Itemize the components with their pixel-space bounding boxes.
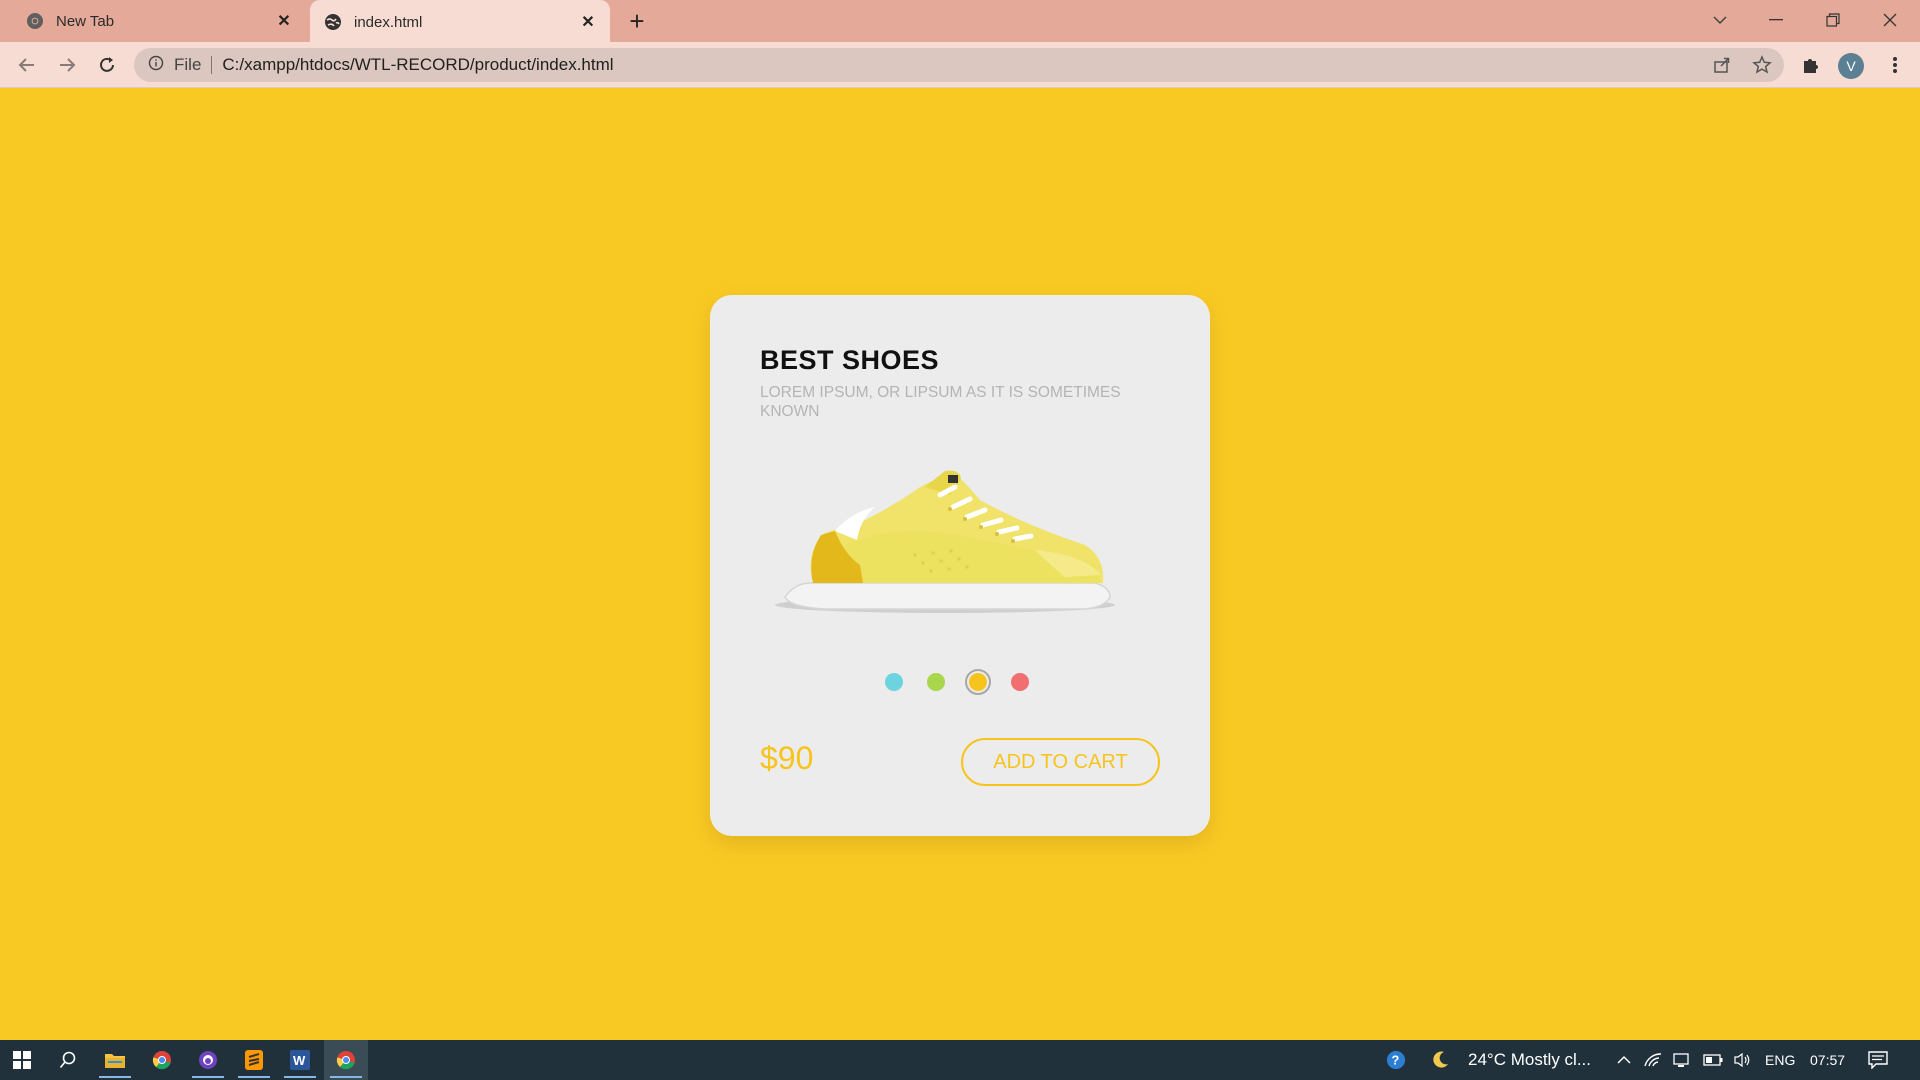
- close-tab-icon[interactable]: ✕: [576, 10, 600, 34]
- color-swatch-yellow-selected[interactable]: [965, 669, 991, 695]
- help-icon[interactable]: ?: [1386, 1050, 1406, 1070]
- tab-search-icon[interactable]: [1692, 0, 1748, 40]
- color-swatch-red[interactable]: [1011, 673, 1029, 691]
- color-swatch-green[interactable]: [927, 673, 945, 691]
- product-price: $90: [760, 740, 814, 776]
- back-arrow-icon[interactable]: [12, 50, 42, 80]
- shoe-image: [765, 465, 1125, 625]
- bookmark-star-icon[interactable]: [1747, 50, 1777, 80]
- volume-icon[interactable]: [1732, 1050, 1752, 1070]
- browser-toolbar: File C:/xampp/htdocs/WTL-RECORD/product/…: [0, 42, 1920, 88]
- reload-icon[interactable]: [92, 50, 122, 80]
- network-icon[interactable]: [1671, 1050, 1691, 1070]
- color-options: [885, 667, 1053, 697]
- clock[interactable]: 07:57: [1810, 1040, 1845, 1080]
- chrome-active-icon[interactable]: [324, 1040, 368, 1080]
- svg-text:?: ?: [1391, 1053, 1399, 1068]
- forward-arrow-icon[interactable]: [52, 50, 82, 80]
- selected-color-dot: [969, 673, 987, 691]
- product-title: BEST SHOES: [760, 345, 940, 375]
- color-swatch-cyan[interactable]: [885, 673, 903, 691]
- file-explorer-icon[interactable]: [93, 1040, 137, 1080]
- chrome-icon[interactable]: [140, 1040, 184, 1080]
- share-icon[interactable]: [1707, 50, 1737, 80]
- word-icon[interactable]: W: [278, 1040, 322, 1080]
- address-bar[interactable]: File C:/xampp/htdocs/WTL-RECORD/product/…: [134, 48, 1784, 82]
- url-scheme-label: File: [174, 55, 202, 74]
- github-desktop-icon[interactable]: [186, 1040, 230, 1080]
- battery-icon[interactable]: [1703, 1050, 1723, 1070]
- add-to-cart-button[interactable]: ADD TO CART: [961, 738, 1160, 786]
- url-text[interactable]: C:/xampp/htdocs/WTL-RECORD/product/index…: [222, 55, 613, 75]
- tab-index-html[interactable]: index.html ✕: [310, 0, 610, 44]
- restore-icon[interactable]: [1805, 0, 1861, 40]
- tab-title: index.html: [354, 13, 423, 31]
- language-indicator[interactable]: ENG: [1765, 1040, 1795, 1080]
- close-window-icon[interactable]: [1862, 0, 1918, 40]
- profile-avatar[interactable]: V: [1838, 53, 1864, 79]
- tab-title: New Tab: [56, 12, 115, 30]
- notifications-icon[interactable]: [1868, 1050, 1888, 1070]
- chrome-icon: [26, 12, 44, 30]
- close-tab-icon[interactable]: ✕: [272, 9, 296, 33]
- search-icon[interactable]: [46, 1040, 90, 1080]
- chevron-up-icon[interactable]: [1614, 1050, 1634, 1070]
- product-card: BEST SHOES LOREM IPSUM, OR LIPSUM AS IT …: [710, 295, 1210, 836]
- weather-moon-icon: [1430, 1050, 1450, 1070]
- globe-icon: [324, 13, 342, 31]
- tab-strip: New Tab ✕ index.html ✕ +: [0, 0, 1920, 44]
- weather-text[interactable]: 24°C Mostly cl...: [1468, 1040, 1591, 1080]
- info-icon[interactable]: [148, 55, 164, 76]
- minimize-icon[interactable]: [1748, 0, 1804, 40]
- taskbar: W ? 24°C Mostly cl... ENG 07:57: [0, 1040, 1920, 1080]
- new-tab-button[interactable]: +: [622, 6, 652, 36]
- windows-start-icon[interactable]: [0, 1040, 44, 1080]
- divider: [211, 56, 213, 74]
- tab-new-tab[interactable]: New Tab ✕: [14, 0, 306, 42]
- svg-text:W: W: [293, 1053, 306, 1068]
- sublime-text-icon[interactable]: [232, 1040, 276, 1080]
- extensions-puzzle-icon[interactable]: [1796, 50, 1826, 80]
- product-subtitle: LOREM IPSUM, OR LIPSUM AS IT IS SOMETIME…: [760, 384, 1121, 420]
- wifi-icon[interactable]: [1643, 1050, 1663, 1070]
- more-menu-icon[interactable]: [1880, 50, 1910, 80]
